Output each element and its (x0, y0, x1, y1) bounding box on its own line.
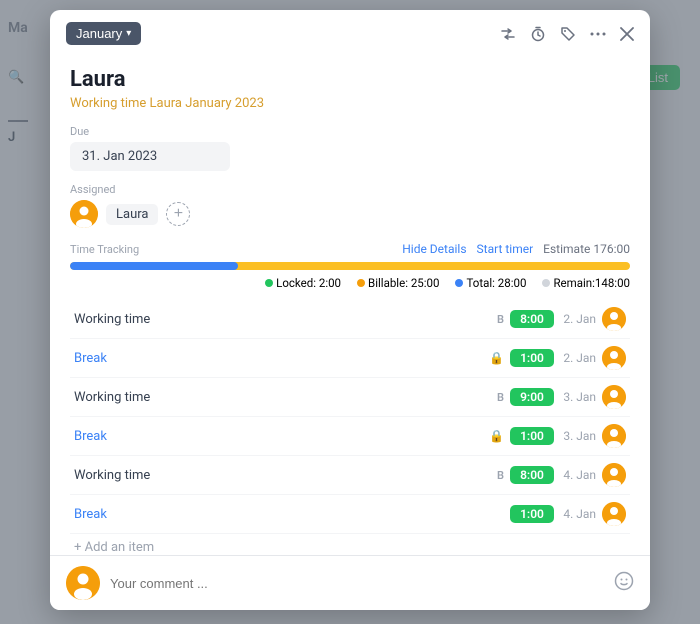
table-row: Break 🔒 1:00 2. Jan (70, 339, 630, 378)
tag-icon-button[interactable] (560, 26, 576, 42)
time-badge[interactable]: 1:00 (510, 505, 554, 523)
table-row: Break 🔒 1:00 3. Jan (70, 417, 630, 456)
date-label: 3. Jan (560, 429, 596, 443)
time-tracking-header: Time Tracking Hide Details Start timer E… (70, 242, 630, 256)
close-icon (620, 27, 634, 41)
row-name: Working time (74, 390, 204, 405)
b-icon: B (497, 469, 504, 482)
stat-billable: Billable: 25:00 (357, 276, 439, 290)
avatar (70, 200, 98, 228)
b-icon: B (497, 391, 504, 404)
table-row: Break 1:00 4. Jan (70, 495, 630, 534)
modal-backdrop: January ▾ (0, 0, 700, 624)
date-label: 4. Jan (560, 507, 596, 521)
table-row: Working time B 8:00 4. Jan (70, 456, 630, 495)
chevron-down-icon: ▾ (126, 28, 131, 39)
due-label: Due (70, 125, 630, 138)
start-timer-link[interactable]: Start timer (477, 242, 534, 256)
comment-area (50, 555, 650, 610)
add-item-label: + Add an item (74, 540, 154, 555)
date-label: 3. Jan (560, 390, 596, 404)
time-badge[interactable]: 8:00 (510, 466, 554, 484)
progress-bar (70, 262, 630, 270)
assignee-name[interactable]: Laura (106, 204, 158, 225)
breadcrumb-label: January (76, 26, 122, 41)
stat-remain: Remain:148:00 (542, 276, 630, 290)
row-avatar (602, 346, 626, 370)
time-badge[interactable]: 9:00 (510, 388, 554, 406)
emoji-icon (614, 571, 634, 591)
date-label: 4. Jan (560, 468, 596, 482)
time-stats: Locked: 2:00 Billable: 25:00 Total: 28:0… (70, 276, 630, 290)
assigned-section: Assigned Laura + (70, 183, 630, 228)
row-avatar (602, 424, 626, 448)
hide-details-link[interactable]: Hide Details (402, 242, 466, 256)
progress-bar-fill (70, 262, 238, 270)
shuffle-icon (500, 26, 516, 42)
date-label: 2. Jan (560, 351, 596, 365)
row-avatar (602, 385, 626, 409)
time-tracking-section: Time Tracking Hide Details Start timer E… (70, 242, 630, 290)
header-icons (500, 26, 634, 42)
modal-body: Laura Working time Laura January 2023 Du… (50, 53, 650, 555)
row-name: Working time (74, 468, 204, 483)
row-avatar (602, 502, 626, 526)
row-name: Break (74, 429, 204, 444)
time-tracking-label: Time Tracking (70, 243, 139, 256)
lock-icon: 🔒 (489, 429, 504, 443)
due-section: Due 31. Jan 2023 (70, 125, 630, 183)
table-row: Working time B 8:00 2. Jan (70, 300, 630, 339)
more-options-button[interactable] (590, 32, 606, 36)
add-item-row[interactable]: + Add an item (70, 534, 630, 555)
assignee-row: Laura + (70, 200, 630, 228)
time-badge[interactable]: 1:00 (510, 349, 554, 367)
time-badge[interactable]: 8:00 (510, 310, 554, 328)
stat-total: Total: 28:00 (455, 276, 526, 290)
lock-icon: 🔒 (489, 351, 504, 365)
row-name: Working time (74, 312, 204, 327)
breadcrumb-button[interactable]: January ▾ (66, 22, 141, 45)
row-avatar (602, 307, 626, 331)
comment-input[interactable] (110, 576, 604, 591)
stat-locked: Locked: 2:00 (265, 276, 341, 290)
assigned-label: Assigned (70, 183, 630, 196)
tracking-rows-container: Working time B 8:00 2. Jan Break (70, 300, 630, 555)
b-icon: B (497, 313, 504, 326)
tag-icon (560, 26, 576, 42)
comment-avatar (66, 566, 100, 600)
emoji-button[interactable] (614, 571, 634, 596)
shuffle-icon-button[interactable] (500, 26, 516, 42)
add-assignee-button[interactable]: + (166, 202, 190, 226)
time-badge[interactable]: 1:00 (510, 427, 554, 445)
row-avatar (602, 463, 626, 487)
time-tracking-actions: Hide Details Start timer Estimate 176:00 (402, 242, 630, 256)
estimate-label: Estimate 176:00 (543, 242, 630, 256)
row-name: Break (74, 351, 204, 366)
timer-icon (530, 26, 546, 42)
row-name: Break (74, 507, 204, 522)
task-title: Laura (70, 67, 630, 92)
timer-icon-button[interactable] (530, 26, 546, 42)
task-subtitle: Working time Laura January 2023 (70, 96, 630, 111)
task-modal: January ▾ (50, 10, 650, 610)
header-left: January ▾ (66, 22, 141, 45)
close-button[interactable] (620, 27, 634, 41)
date-label: 2. Jan (560, 312, 596, 326)
table-row: Working time B 9:00 3. Jan (70, 378, 630, 417)
modal-header: January ▾ (50, 10, 650, 53)
due-value[interactable]: 31. Jan 2023 (70, 142, 230, 171)
more-icon (590, 32, 606, 36)
